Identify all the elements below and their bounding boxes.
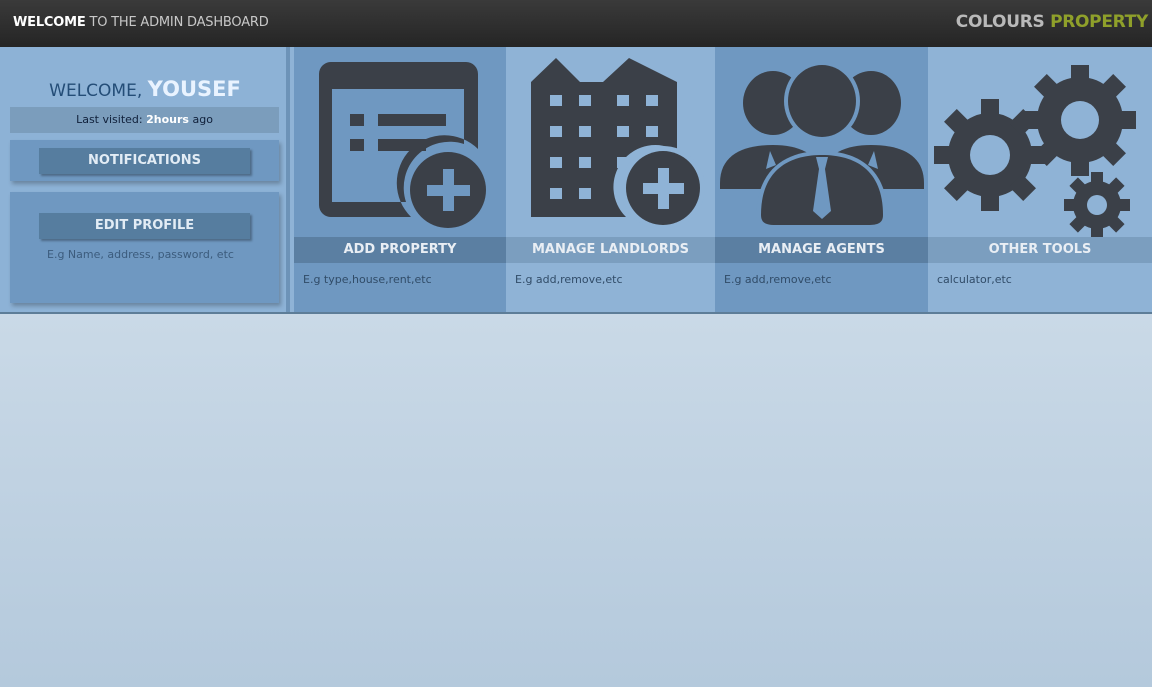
other-tools-desc: calculator,etc <box>937 273 1012 286</box>
last-visited-suffix: ago <box>188 113 213 126</box>
welcome-heading: WELCOME, YOUSEF <box>0 77 290 101</box>
edit-profile-hint: E.g Name, address, password, etc <box>47 248 234 261</box>
last-visited-value: 2hours <box>146 113 189 126</box>
dashboard-title: WELCOME TO THE ADMIN DASHBOARD <box>13 15 269 30</box>
dashboard-title-rest: TO THE ADMIN DASHBOARD <box>85 15 269 30</box>
edit-profile-panel[interactable]: EDIT PROFILE E.g Name, address, password… <box>10 192 279 303</box>
tile-manage-agents[interactable]: MANAGE AGENTS E.g add,remove,etc <box>715 47 928 312</box>
other-tools-label: OTHER TOOLS <box>928 237 1152 263</box>
building-add-icon <box>531 58 705 230</box>
user-name: YOUSEF <box>147 77 241 101</box>
user-sidebar: WELCOME, YOUSEF Last visited: 2hours ago… <box>0 47 290 312</box>
last-visited-prefix: Last visited: <box>76 113 147 126</box>
top-bar: WELCOME TO THE ADMIN DASHBOARD COLOURS P… <box>0 0 1152 47</box>
notifications-panel[interactable]: NOTIFICATIONS <box>10 140 279 181</box>
brand-part2: PROPERTY <box>1050 12 1148 32</box>
edit-profile-button[interactable]: EDIT PROFILE <box>39 213 250 239</box>
notifications-button[interactable]: NOTIFICATIONS <box>39 148 250 174</box>
manage-agents-label: MANAGE AGENTS <box>715 237 928 263</box>
brand-part1: COLOURS <box>955 12 1045 32</box>
agents-group-icon <box>720 65 924 225</box>
add-property-desc: E.g type,house,rent,etc <box>303 273 432 286</box>
gears-icon <box>934 65 1136 238</box>
brand-logo[interactable]: COLOURS PROPERTY <box>955 12 1149 32</box>
welcome-prefix: WELCOME, <box>49 81 148 101</box>
manage-landlords-label: MANAGE LANDLORDS <box>506 237 715 263</box>
tile-add-property[interactable]: ADD PROPERTY E.g type,house,rent,etc <box>294 47 506 312</box>
dashboard-title-bold: WELCOME <box>13 15 86 30</box>
tile-other-tools[interactable]: OTHER TOOLS calculator,etc <box>928 47 1152 312</box>
manage-landlords-desc: E.g add,remove,etc <box>515 273 623 286</box>
add-property-icon <box>318 61 486 228</box>
main-content-area <box>0 316 1152 687</box>
dashboard-strip: WELCOME, YOUSEF Last visited: 2hours ago… <box>0 47 1152 314</box>
last-visited: Last visited: 2hours ago <box>10 107 279 133</box>
manage-agents-desc: E.g add,remove,etc <box>724 273 832 286</box>
tile-manage-landlords[interactable]: MANAGE LANDLORDS E.g add,remove,etc <box>506 47 715 312</box>
add-property-label: ADD PROPERTY <box>294 237 506 263</box>
